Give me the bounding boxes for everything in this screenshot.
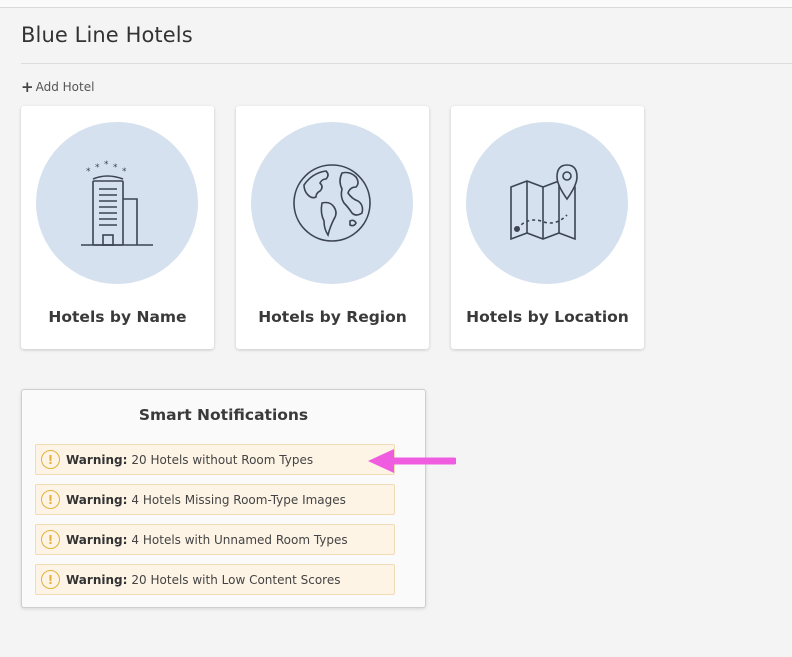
warning-label: Warning: bbox=[66, 492, 128, 507]
warning-label: Warning: bbox=[66, 532, 128, 547]
smart-notifications-panel: Smart Notifications ! Warning: 20 Hotels… bbox=[21, 389, 426, 608]
map-pin-icon bbox=[510, 164, 578, 241]
top-bar bbox=[0, 0, 792, 8]
exclamation-icon: ! bbox=[41, 530, 60, 549]
hotels-by-name-card[interactable]: * * * * * Hotels by Name bbox=[21, 106, 214, 349]
card-icon-circle: * * * * * bbox=[36, 122, 198, 284]
add-hotel-label: Add Hotel bbox=[35, 80, 95, 94]
warning-text: 20 Hotels with Low Content Scores bbox=[131, 572, 341, 587]
warning-text: 20 Hotels without Room Types bbox=[131, 452, 314, 467]
warning-text: 4 Hotels Missing Room-Type Images bbox=[131, 492, 346, 507]
warning-text: 4 Hotels with Unnamed Room Types bbox=[131, 532, 348, 547]
add-hotel-link[interactable]: + Add Hotel bbox=[21, 78, 95, 96]
svg-text:*: * bbox=[86, 167, 91, 177]
warning-notification[interactable]: ! Warning: 4 Hotels Missing Room-Type Im… bbox=[35, 484, 395, 515]
plus-icon: + bbox=[21, 78, 34, 96]
card-icon-circle bbox=[251, 122, 413, 284]
annotation-arrow-icon bbox=[368, 449, 456, 473]
exclamation-icon: ! bbox=[41, 490, 60, 509]
card-label: Hotels by Location bbox=[466, 308, 629, 326]
card-label: Hotels by Region bbox=[258, 308, 407, 326]
warning-notification[interactable]: ! Warning: 4 Hotels with Unnamed Room Ty… bbox=[35, 524, 395, 555]
hotel-building-icon: * * * * * bbox=[81, 160, 153, 246]
exclamation-icon: ! bbox=[41, 450, 60, 469]
warning-label: Warning: bbox=[66, 572, 128, 587]
exclamation-icon: ! bbox=[41, 570, 60, 589]
page-title: Blue Line Hotels bbox=[21, 23, 193, 47]
warning-notification[interactable]: ! Warning: 20 Hotels with Low Content Sc… bbox=[35, 564, 395, 595]
notifications-title: Smart Notifications bbox=[138, 406, 309, 424]
globe-icon bbox=[293, 164, 371, 242]
warning-label: Warning: bbox=[66, 452, 128, 467]
hotels-by-region-card[interactable]: Hotels by Region bbox=[236, 106, 429, 349]
svg-text:*: * bbox=[95, 163, 100, 173]
svg-text:*: * bbox=[104, 160, 109, 170]
warning-notification[interactable]: ! Warning: 20 Hotels without Room Types bbox=[35, 444, 395, 475]
card-icon-circle bbox=[466, 122, 628, 284]
svg-text:*: * bbox=[113, 163, 118, 173]
svg-text:*: * bbox=[122, 167, 127, 177]
title-divider bbox=[21, 63, 792, 64]
hotels-by-location-card[interactable]: Hotels by Location bbox=[451, 106, 644, 349]
card-label: Hotels by Name bbox=[48, 308, 187, 326]
